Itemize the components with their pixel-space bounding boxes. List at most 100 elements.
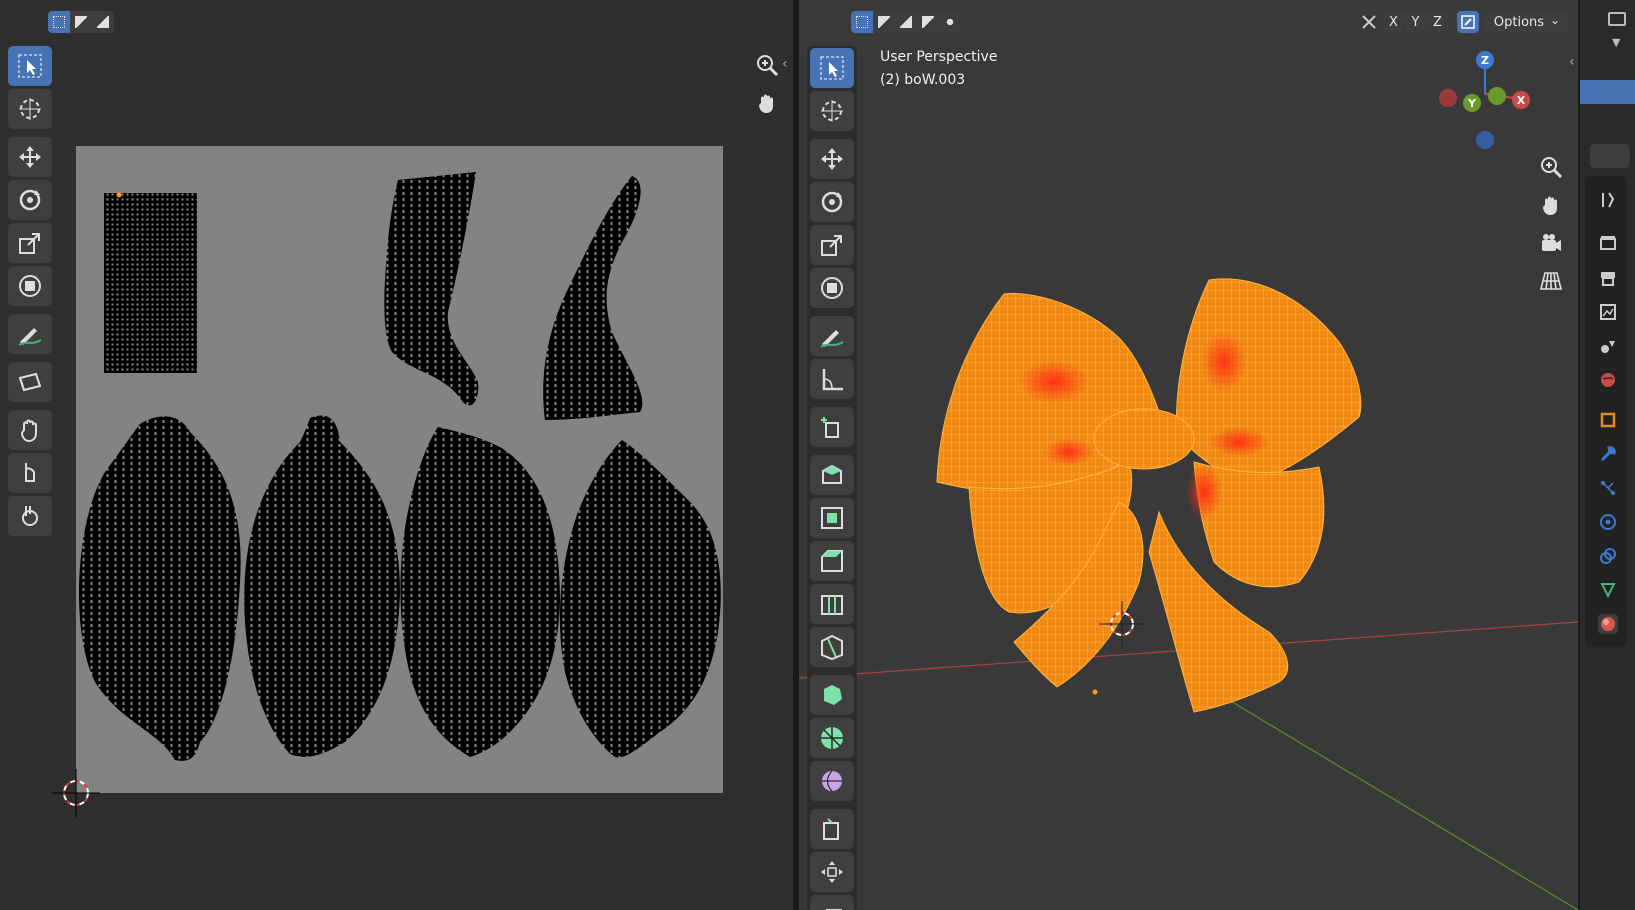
gizmo-x-label: X bbox=[1517, 94, 1526, 107]
vp-select-mode-group[interactable] bbox=[851, 11, 961, 33]
select-box-tool-icon[interactable] bbox=[810, 48, 854, 88]
particles-tab-icon[interactable] bbox=[1598, 478, 1618, 498]
tool-tab-icon[interactable] bbox=[1598, 190, 1618, 210]
viewport-toolbar bbox=[807, 46, 857, 910]
annotate-tool-icon[interactable] bbox=[810, 316, 854, 356]
select-new-icon[interactable] bbox=[851, 11, 873, 33]
uv-pan-button[interactable] bbox=[750, 86, 784, 120]
hand-icon bbox=[1543, 196, 1557, 215]
editor-type-dropdown[interactable] bbox=[1590, 144, 1630, 168]
select-new-icon[interactable] bbox=[48, 11, 70, 33]
bow-mesh[interactable] bbox=[936, 278, 1362, 713]
uv-canvas[interactable] bbox=[0, 42, 793, 910]
mirror-y-button[interactable]: Y bbox=[1405, 11, 1426, 33]
cursor-tool-icon[interactable] bbox=[8, 89, 52, 129]
select-intersect-icon[interactable] bbox=[939, 11, 961, 33]
vp-camera-button[interactable] bbox=[1534, 226, 1568, 260]
options-dropdown[interactable]: Options ⌄ bbox=[1485, 11, 1569, 33]
shrink-fatten-tool-icon[interactable] bbox=[810, 852, 854, 892]
scene-tab-icon[interactable] bbox=[1598, 336, 1618, 356]
perspective-label: User Perspective bbox=[880, 49, 998, 65]
knife-tool-icon[interactable] bbox=[810, 627, 854, 667]
gizmo-z-label: Z bbox=[1481, 54, 1489, 67]
camera-icon bbox=[1542, 234, 1561, 251]
scale-tool-icon[interactable] bbox=[810, 225, 854, 265]
chevron-down-icon: ⌄ bbox=[1550, 13, 1561, 27]
material-tab-icon[interactable] bbox=[1598, 614, 1618, 634]
outliner-filter-icon[interactable] bbox=[1608, 12, 1626, 26]
modifiers-tab-icon[interactable] bbox=[1598, 444, 1618, 464]
bevel-tool-icon[interactable] bbox=[810, 541, 854, 581]
scale-tool-icon[interactable] bbox=[8, 223, 52, 263]
transform-tool-icon[interactable] bbox=[810, 268, 854, 308]
transform-tool-icon[interactable] bbox=[8, 266, 52, 306]
poly-build-tool-icon[interactable] bbox=[810, 675, 854, 715]
add-cube-tool-icon[interactable] bbox=[810, 407, 854, 447]
uv-zoom-button[interactable] bbox=[750, 48, 784, 82]
spin-tool-icon[interactable] bbox=[810, 718, 854, 758]
uv-editor[interactable]: ‹ bbox=[0, 0, 793, 910]
output-tab-icon[interactable] bbox=[1598, 268, 1618, 288]
smooth-tool-icon[interactable] bbox=[810, 761, 854, 801]
select-extend-icon[interactable] bbox=[873, 11, 895, 33]
move-tool-icon[interactable] bbox=[810, 139, 854, 179]
zoom-icon bbox=[1541, 157, 1563, 179]
object-origin bbox=[1092, 689, 1098, 695]
shear-tool-icon[interactable] bbox=[810, 895, 854, 910]
viewport-header: X Y Z Options ⌄ bbox=[799, 0, 1578, 42]
outliner-active-row[interactable] bbox=[1580, 80, 1635, 104]
mirror-z-button[interactable]: Z bbox=[1427, 11, 1448, 33]
mirror-x-button[interactable]: X bbox=[1383, 11, 1404, 33]
rotate-tool-icon[interactable] bbox=[810, 182, 854, 222]
viewport-scene[interactable] bbox=[799, 42, 1578, 910]
rip-region-tool-icon[interactable] bbox=[8, 362, 52, 402]
uv-collapse-arrow-icon[interactable]: ‹ bbox=[782, 56, 788, 72]
select-box-tool-icon[interactable] bbox=[8, 46, 52, 86]
annotate-tool-icon[interactable] bbox=[8, 314, 52, 354]
measure-tool-icon[interactable] bbox=[810, 359, 854, 399]
select-difference-icon[interactable] bbox=[917, 11, 939, 33]
pinch-tool-icon[interactable] bbox=[8, 496, 52, 536]
gizmo-y-neg-icon[interactable] bbox=[1488, 87, 1506, 105]
constraints-tab-icon[interactable] bbox=[1598, 546, 1618, 566]
auto-merge-icon bbox=[1461, 15, 1475, 29]
navigation-gizmo[interactable]: Z Y X bbox=[1429, 44, 1539, 154]
uv-header bbox=[0, 0, 793, 42]
mirror-icon[interactable] bbox=[1359, 12, 1379, 32]
auto-merge-toggle[interactable] bbox=[1457, 11, 1479, 33]
3d-viewport[interactable]: X Y Z Options ⌄ User Perspective (2) boW… bbox=[799, 0, 1578, 910]
select-extend-icon[interactable] bbox=[70, 11, 92, 33]
y-axis-line bbox=[1198, 681, 1578, 910]
options-label: Options bbox=[1493, 14, 1545, 30]
gizmo-y-label: Y bbox=[1467, 97, 1477, 110]
vp-pan-button[interactable] bbox=[1534, 188, 1568, 222]
hand-icon bbox=[759, 94, 773, 113]
move-tool-icon[interactable] bbox=[8, 137, 52, 177]
edge-slide-tool-icon[interactable] bbox=[810, 809, 854, 849]
extrude-tool-icon[interactable] bbox=[810, 455, 854, 495]
object-label: (2) boW.003 bbox=[880, 72, 966, 88]
world-tab-icon[interactable] bbox=[1598, 370, 1618, 390]
zoom-icon bbox=[757, 55, 779, 77]
cursor-tool-icon[interactable] bbox=[810, 91, 854, 131]
loop-cut-tool-icon[interactable] bbox=[810, 584, 854, 624]
vp-collapse-arrow-icon[interactable]: ‹ bbox=[1569, 54, 1575, 70]
uv-select-mode-group[interactable] bbox=[48, 11, 114, 33]
vp-perspective-button[interactable] bbox=[1534, 264, 1568, 298]
chevron-down-icon[interactable]: ▼ bbox=[1612, 36, 1620, 49]
object-tab-icon[interactable] bbox=[1598, 410, 1618, 430]
view-layer-tab-icon[interactable] bbox=[1598, 302, 1618, 322]
grab-tool-icon[interactable] bbox=[8, 410, 52, 450]
select-subtract-icon[interactable] bbox=[92, 11, 114, 33]
data-tab-icon[interactable] bbox=[1598, 580, 1618, 600]
physics-tab-icon[interactable] bbox=[1598, 512, 1618, 532]
inset-tool-icon[interactable] bbox=[810, 498, 854, 538]
render-tab-icon[interactable] bbox=[1598, 233, 1618, 253]
uv-toolbar bbox=[5, 46, 55, 539]
uv-island-grid bbox=[104, 193, 197, 373]
properties-editor[interactable]: ▼ bbox=[1580, 0, 1635, 910]
rotate-tool-icon[interactable] bbox=[8, 180, 52, 220]
select-subtract-icon[interactable] bbox=[895, 11, 917, 33]
vp-zoom-button[interactable] bbox=[1534, 150, 1568, 184]
relax-tool-icon[interactable] bbox=[8, 453, 52, 493]
